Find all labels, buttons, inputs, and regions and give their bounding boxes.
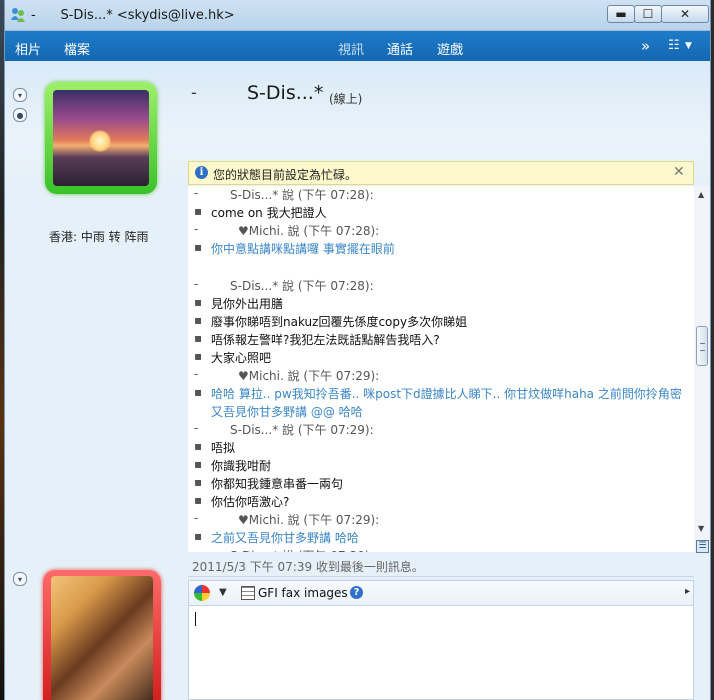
contact-side-icons: ▾ ● — [13, 88, 27, 128]
contact-avatar — [53, 90, 149, 186]
menu-photos[interactable]: 相片 — [15, 39, 41, 58]
sender-text: S-Dis...* 說 (下午 07:29): — [230, 423, 374, 437]
sender-text: ♥Michi. 說 (下午 07:29): — [238, 513, 380, 527]
message-text: 唔拟 — [211, 441, 236, 455]
contact-status: (線上) — [329, 92, 363, 106]
my-collapse-chevron-icon[interactable]: ▾ — [13, 572, 27, 586]
message-text: 你識我咁耐 — [211, 459, 272, 473]
scroll-thumb[interactable] — [696, 326, 708, 366]
options-dropdown-icon[interactable]: ▼ — [685, 41, 692, 51]
maximize-icon: ☐ — [642, 7, 654, 21]
minimize-icon: ▬ — [615, 7, 627, 21]
my-side-icons: ▾ — [13, 572, 27, 592]
bullet-icon: ▪ — [194, 439, 203, 453]
sender-text: S-Dis...* 說 (下午 07:30): — [230, 547, 374, 552]
bullet-icon: ▪ — [194, 240, 203, 254]
sender-text: ♥Michi. 說 (下午 07:28): — [238, 224, 380, 238]
gfi-fax-images-button[interactable]: GFI fax images — [258, 586, 348, 600]
menu-bar: 相片 檔案 視訊 通話 遊戲 » ☷ ▼ — [5, 31, 710, 61]
bullet-icon: ▪ — [194, 313, 203, 327]
emoticon-dropdown-icon[interactable]: ▼ — [219, 587, 227, 598]
messenger-buddy-icon — [11, 8, 25, 22]
contact-name: S-Dis...* — [247, 82, 324, 104]
bullet-icon: ▪ — [194, 204, 203, 218]
close-button[interactable]: ✕ — [661, 5, 709, 23]
help-icon[interactable]: ? — [350, 586, 363, 599]
bullet-icon: ▪ — [194, 385, 203, 399]
dash-marker: - — [194, 511, 199, 525]
message-text: 哈哈 算拉.. pw我知拎吾番.. 咪post下d證據比人睇下.. 你甘炆做咩h… — [211, 387, 682, 401]
dash-marker: - — [194, 222, 199, 236]
bullet-icon: ▪ — [194, 295, 203, 309]
compose-divider — [188, 576, 694, 577]
toolbar-more-icon[interactable]: ▸ — [685, 586, 690, 597]
message-text: 又吾見你甘多野講 @@ 哈哈 — [211, 405, 363, 419]
menu-more-icon[interactable]: » — [641, 37, 650, 55]
menu-files[interactable]: 檔案 — [64, 39, 90, 58]
maximize-button[interactable]: ☐ — [634, 5, 662, 23]
contact-name-dash: - — [191, 83, 197, 102]
options-menu-icon[interactable]: ☷ — [668, 38, 680, 53]
text-caret — [195, 612, 196, 626]
message-text: 唔係報左警咩?我犯左法既話點解告我唔入? — [211, 333, 440, 347]
info-icon: i — [195, 166, 208, 179]
conversation-scrollbar[interactable]: ▲ ▼ — [694, 186, 710, 552]
my-avatar-frame[interactable] — [43, 570, 161, 700]
minimize-button[interactable]: ▬ — [607, 5, 635, 23]
message-text: 你中意點講咪點講囉 事實擺在眼前 — [211, 242, 395, 256]
dash-marker: - — [194, 277, 199, 291]
message-text: 見你外出用膳 — [211, 297, 284, 311]
conversation-history[interactable]: - S-Dis...* 說 (下午 07:28): ▪ come on 我大把證人 - ♥… — [188, 186, 694, 552]
bullet-icon: ▪ — [194, 331, 203, 345]
message-text: 你估你唔激心? — [211, 495, 290, 509]
bullet-icon: ▪ — [194, 475, 203, 489]
notice-close-icon[interactable]: ✕ — [673, 164, 685, 180]
conversation-window: - S-Dis...* <skydis@live.hk> ▬ ☐ ✕ 相片 檔案… — [4, 0, 711, 700]
sunset-image — [89, 130, 111, 152]
status-notice-bar: i 您的狀態目前設定為忙碌。 ✕ — [188, 161, 694, 185]
message-text: 你都知我鍾意串番一兩句 — [211, 477, 344, 491]
message-text: 廢事你睇唔到nakuz回覆先係度copy多次你睇姐 — [211, 315, 468, 329]
fax-images-icon[interactable] — [241, 586, 255, 600]
my-avatar — [51, 576, 153, 700]
dash-marker: - — [194, 367, 199, 381]
last-message-timestamp: 2011/5/3 下午 07:39 收到最後一則訊息。 — [192, 560, 424, 574]
message-text: come on 我大把證人 — [211, 206, 327, 220]
dash-marker: - — [194, 547, 198, 552]
collapse-chevron-icon[interactable]: ▾ — [13, 88, 27, 102]
dash-marker: - — [194, 186, 199, 200]
contact-person-icon[interactable]: ● — [13, 108, 27, 122]
sender-text: ♥Michi. 說 (下午 07:29): — [238, 369, 380, 383]
message-text: 之前又吾見你甘多野講 哈哈 — [211, 531, 359, 545]
bullet-icon: ▪ — [194, 457, 203, 471]
compose-toolbar: ▼ GFI fax images ? ▸ — [188, 580, 694, 606]
dash-marker: - — [194, 421, 199, 435]
bullet-icon: ▪ — [194, 349, 203, 363]
emoticon-icon[interactable] — [194, 585, 210, 601]
scroll-to-bottom-button[interactable]: ☰ — [696, 540, 709, 553]
window-title: - S-Dis...* <skydis@live.hk> — [31, 8, 235, 23]
bullet-icon: ▪ — [194, 529, 203, 543]
scroll-down-icon[interactable]: ▼ — [698, 524, 704, 533]
message-input[interactable] — [188, 606, 694, 700]
scroll-up-icon[interactable]: ▲ — [698, 190, 704, 199]
weather-info: 香港: 中雨 转 阵雨 — [49, 230, 149, 244]
contact-avatar-frame[interactable] — [45, 82, 157, 194]
close-icon: ✕ — [679, 7, 691, 21]
title-bar[interactable]: - S-Dis...* <skydis@live.hk> ▬ ☐ ✕ — [5, 0, 710, 31]
scroll-grip-icon — [700, 343, 705, 351]
status-notice-text: 您的狀態目前設定為忙碌。 — [213, 168, 358, 182]
sender-text: S-Dis...* 說 (下午 07:28): — [230, 188, 374, 202]
menu-video[interactable]: 視訊 — [338, 39, 364, 58]
bullet-icon: ▪ — [194, 493, 203, 507]
sender-text: S-Dis...* 說 (下午 07:28): — [230, 279, 374, 293]
menu-call[interactable]: 通話 — [387, 39, 413, 58]
menu-games[interactable]: 遊戲 — [437, 39, 463, 58]
message-text: 大家心照吧 — [211, 351, 272, 365]
